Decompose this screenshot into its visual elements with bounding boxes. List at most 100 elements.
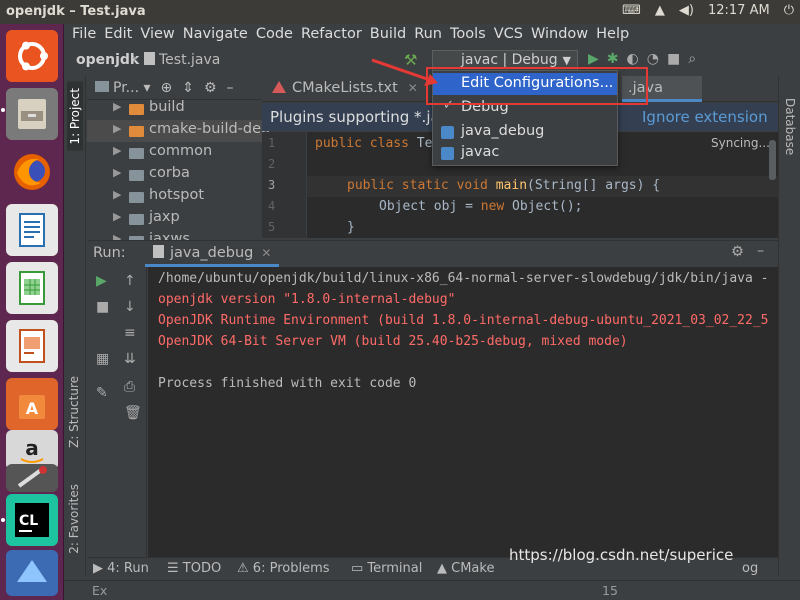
clock[interactable]: 12:17 AM xyxy=(708,3,770,18)
run-panel-label: Run: xyxy=(93,245,126,261)
collapse-icon[interactable]: ⇕ xyxy=(182,80,194,96)
tab-database[interactable]: Database xyxy=(783,98,797,155)
ubuntu-dash-icon[interactable] xyxy=(6,30,58,82)
chevron-right-icon: ▶ xyxy=(113,210,122,223)
application-icon xyxy=(441,147,454,160)
calc-icon[interactable] xyxy=(6,262,58,314)
line-number: 2 xyxy=(268,157,276,171)
menu-run[interactable]: Run xyxy=(412,24,448,46)
soft-wrap-icon[interactable]: ≡ xyxy=(124,325,136,341)
dropdown-item-javac[interactable]: javac xyxy=(433,142,617,164)
settings-icon[interactable] xyxy=(6,464,58,492)
search-icon[interactable]: ⌕ xyxy=(688,51,696,67)
line-number: 4 xyxy=(268,199,276,213)
gear-icon[interactable]: ⚙ xyxy=(731,244,744,260)
locate-icon[interactable]: ⊕ xyxy=(161,80,173,96)
chevron-right-icon: ▶ xyxy=(113,100,122,113)
line-number: 3 xyxy=(268,178,276,192)
tree-item-build[interactable]: ▶ build xyxy=(87,98,262,120)
project-panel: Pr... ▾ ⊕ ⇕ ⚙ – ▶ build ▶ cmake-build-deb … xyxy=(87,76,270,262)
coverage-icon[interactable]: ◐ xyxy=(627,51,639,67)
console-line: OpenJDK 64-Bit Server VM (build 25.40-b2… xyxy=(158,334,628,349)
project-view-selector[interactable]: Pr... ▾ xyxy=(95,80,151,96)
arrow-down-icon[interactable]: ↓ xyxy=(124,299,136,315)
console-output[interactable]: /home/ubuntu/openjdk/build/linux-x86_64-… xyxy=(148,267,778,557)
system-top-bar: openjdk – Test.java ⌨ ▲ ◀) 12:17 AM ⏻ xyxy=(0,0,800,24)
power-icon[interactable]: ⏻ xyxy=(784,3,794,18)
tab-project[interactable]: 1: Project xyxy=(67,82,83,151)
tab-terminal[interactable]: ▭ Terminal xyxy=(351,561,422,576)
editor-scrollbar[interactable] xyxy=(769,140,776,180)
project-panel-header: Pr... ▾ ⊕ ⇕ ⚙ – xyxy=(87,76,262,100)
drive-icon[interactable] xyxy=(6,550,58,596)
pin-icon[interactable]: ✎ xyxy=(96,385,108,401)
trash-icon[interactable]: 🗑 xyxy=(124,405,142,421)
hide-icon[interactable]: – xyxy=(757,243,764,259)
menu-edit[interactable]: Edit xyxy=(102,24,138,46)
arrow-up-icon[interactable]: ↑ xyxy=(124,273,136,289)
run-tab-java-debug[interactable]: java_debug ✕ xyxy=(145,241,280,267)
tab-event-log[interactable]: og xyxy=(742,561,758,576)
tab-favorites[interactable]: 2: Favorites xyxy=(67,484,81,554)
profile-icon[interactable]: ◔ xyxy=(647,51,659,67)
menu-file[interactable]: File xyxy=(70,24,102,46)
breadcrumb-project[interactable]: openjdk xyxy=(76,52,139,68)
close-icon[interactable]: ✕ xyxy=(261,246,271,260)
menu-refactor[interactable]: Refactor xyxy=(299,24,368,46)
menu-navigate[interactable]: Navigate xyxy=(181,24,254,46)
tab-problems[interactable]: ⚠ 6: Problems xyxy=(237,561,330,576)
wifi-icon[interactable]: ▲ xyxy=(655,3,665,18)
debug-icon[interactable]: ✱ xyxy=(607,51,619,67)
software-center-icon[interactable]: A xyxy=(6,378,58,430)
writer-icon[interactable] xyxy=(6,204,58,256)
system-tray: ⌨ ▲ ◀) 12:17 AM ⏻ xyxy=(622,3,794,18)
menu-tools[interactable]: Tools xyxy=(448,24,492,46)
volume-icon[interactable]: ◀) xyxy=(679,3,694,18)
annotation-highlight-box xyxy=(426,67,648,105)
menu-vcs[interactable]: VCS xyxy=(492,24,529,46)
run-panel-header: Run: java_debug ✕ ⚙ – xyxy=(87,240,778,267)
breadcrumb-file[interactable]: Test.java xyxy=(144,52,220,68)
hide-icon[interactable]: – xyxy=(227,80,234,96)
menu-help[interactable]: Help xyxy=(594,24,635,46)
ignore-extension-link[interactable]: Ignore extension xyxy=(642,108,768,126)
scroll-to-end-icon[interactable]: ⇊ xyxy=(124,351,136,367)
tree-item-cmake-build[interactable]: ▶ cmake-build-deb xyxy=(87,120,270,142)
tab-structure[interactable]: Z: Structure xyxy=(67,376,81,448)
dropdown-item-java-debug[interactable]: java_debug xyxy=(433,121,617,143)
chevron-right-icon: ▶ xyxy=(113,166,122,179)
folder-icon xyxy=(129,170,144,181)
tab-todo[interactable]: ☰ TODO xyxy=(167,561,221,576)
clion-icon[interactable]: CL xyxy=(6,494,58,546)
tree-item-jaxp[interactable]: ▶ jaxp xyxy=(87,208,262,230)
rerun-icon[interactable]: ▶ xyxy=(96,273,107,289)
status-line-col[interactable]: 15 xyxy=(602,583,618,598)
menu-build[interactable]: Build xyxy=(368,24,412,46)
impress-icon[interactable] xyxy=(6,320,58,372)
menu-code[interactable]: Code xyxy=(254,24,299,46)
tree-item-common[interactable]: ▶ common xyxy=(87,142,262,164)
notification-message: Plugins supporting *.jav xyxy=(270,108,449,126)
menu-bar: File Edit View Navigate Code Refactor Bu… xyxy=(64,24,800,46)
svg-text:A: A xyxy=(26,399,39,418)
tree-item-corba[interactable]: ▶ corba xyxy=(87,164,262,186)
launcher: A a CL xyxy=(0,24,64,600)
console-line: /home/ubuntu/openjdk/build/linux-x86_64-… xyxy=(158,271,769,286)
run-icon[interactable]: ▶ xyxy=(588,51,599,67)
tab-run[interactable]: ▶ 4: Run xyxy=(93,561,149,576)
stop-icon[interactable]: ■ xyxy=(96,299,109,315)
menu-view[interactable]: View xyxy=(138,24,180,46)
line-number: 5 xyxy=(268,220,276,234)
tab-cmake[interactable]: ▲ CMake xyxy=(437,561,494,576)
files-icon[interactable] xyxy=(6,88,58,140)
gear-icon[interactable]: ⚙ xyxy=(204,80,217,96)
menu-window[interactable]: Window xyxy=(529,24,594,46)
stop-icon[interactable]: ■ xyxy=(667,51,680,67)
keyboard-icon[interactable]: ⌨ xyxy=(622,3,641,18)
line-number: 1 xyxy=(268,136,276,150)
tree-item-hotspot[interactable]: ▶ hotspot xyxy=(87,186,262,208)
firefox-icon[interactable] xyxy=(6,146,58,198)
code-line: Object obj = new Object(); xyxy=(379,199,583,214)
print-icon[interactable]: ⎙ xyxy=(124,379,135,395)
layout-icon[interactable]: ▦ xyxy=(96,351,109,367)
